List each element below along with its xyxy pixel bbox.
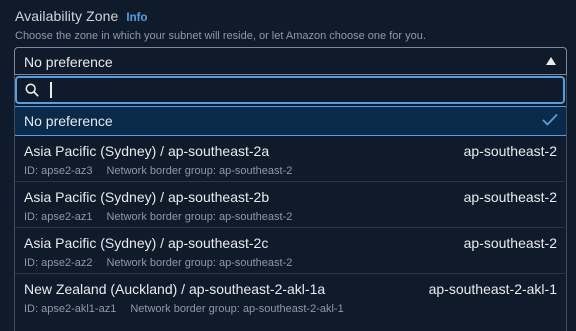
- option-zone-id: ID: apse2-akl1-az1: [24, 303, 117, 315]
- field-description: Choose the zone in which your subnet wil…: [15, 30, 426, 42]
- option-border-group: Network border group: ap-southeast-2: [106, 257, 293, 269]
- option-region-tag: ap-southeast-2: [463, 189, 557, 205]
- field-header: Availability Zone Info: [15, 8, 147, 24]
- search-icon: [25, 83, 39, 97]
- search-input[interactable]: [49, 81, 549, 99]
- option-ap-southeast-2c[interactable]: Asia Pacific (Sydney) / ap-southeast-2c …: [15, 228, 565, 274]
- option-label: Asia Pacific (Sydney) / ap-southeast-2c: [24, 235, 269, 251]
- option-ap-southeast-2a[interactable]: Asia Pacific (Sydney) / ap-southeast-2a …: [15, 136, 565, 182]
- option-meta: ID: apse2-az2 Network border group: ap-so…: [24, 257, 292, 269]
- field-label: Availability Zone: [15, 8, 119, 24]
- option-region-tag: ap-southeast-2: [463, 143, 557, 159]
- option-meta: ID: apse2-akl1-az1 Network border group: …: [24, 303, 344, 315]
- option-border-group: Network border group: ap-southeast-2-akl…: [130, 303, 344, 315]
- search-box[interactable]: [15, 76, 565, 104]
- availability-zone-field: Availability Zone Info Choose the zone i…: [0, 0, 576, 331]
- option-region-tag: ap-southeast-2-akl-1: [428, 281, 557, 297]
- option-border-group: Network border group: ap-southeast-2: [106, 211, 293, 223]
- option-meta: ID: apse2-az1 Network border group: ap-so…: [24, 211, 292, 223]
- option-no-preference[interactable]: No preference: [15, 106, 566, 136]
- option-zone-id: ID: apse2-az2: [24, 257, 93, 269]
- option-label: Asia Pacific (Sydney) / ap-southeast-2a: [24, 143, 270, 159]
- option-ap-southeast-2b[interactable]: Asia Pacific (Sydney) / ap-southeast-2b …: [15, 182, 565, 228]
- option-label: Asia Pacific (Sydney) / ap-southeast-2b: [24, 189, 270, 205]
- availability-zone-select[interactable]: No preference: [14, 47, 567, 75]
- option-label: New Zealand (Auckland) / ap-southeast-2-…: [24, 281, 326, 297]
- dropdown-list: No preference Asia Pacific (Sydney) / ap…: [14, 75, 567, 331]
- option-meta: ID: apse2-az3 Network border group: ap-so…: [24, 165, 292, 177]
- option-region-tag: ap-southeast-2: [463, 235, 557, 251]
- option-border-group: Network border group: ap-southeast-2: [106, 165, 293, 177]
- option-ap-southeast-2-akl-1a[interactable]: New Zealand (Auckland) / ap-southeast-2-…: [15, 274, 565, 320]
- check-icon: [542, 114, 558, 126]
- option-zone-id: ID: apse2-az1: [24, 211, 93, 223]
- caret-up-icon: [546, 57, 556, 65]
- info-link[interactable]: Info: [126, 12, 147, 24]
- text-cursor: [50, 82, 52, 98]
- select-value: No preference: [24, 54, 113, 70]
- option-label: No preference: [24, 113, 113, 129]
- option-zone-id: ID: apse2-az3: [24, 165, 93, 177]
